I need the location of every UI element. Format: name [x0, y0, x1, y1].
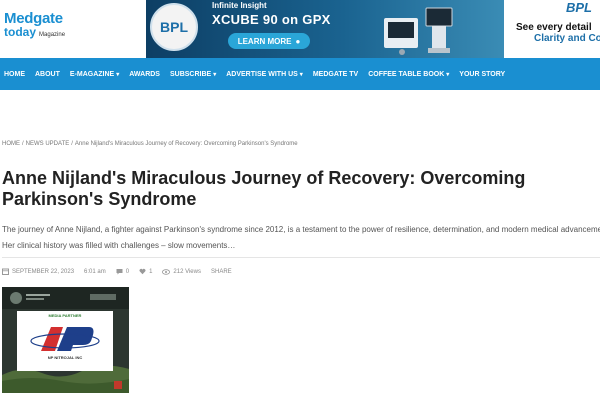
ad2-brand-logo: BPL — [566, 0, 592, 15]
logo-text: Medgate — [4, 10, 63, 27]
divider — [2, 257, 600, 258]
nav-item-advertise[interactable]: ADVERTISE WITH US ▾ — [226, 71, 303, 78]
breadcrumb: HOME / NEWS UPDATE / Anne Nijland's Miraculo… — [2, 141, 298, 147]
article-excerpt: The journey of Anne Nijland, a fighter a… — [2, 225, 600, 250]
nav-item-home[interactable]: HOME — [4, 71, 25, 78]
ad-learn-more-label: LEARN MORE — [237, 36, 292, 46]
ad-learn-more-button[interactable]: LEARN MORE ● — [228, 33, 310, 49]
meta-share[interactable]: SHARE — [211, 269, 232, 275]
side-banner-ad[interactable]: BPL See every detail Clarity and Co — [510, 0, 600, 58]
meta-comments-count: 0 — [125, 268, 130, 275]
nav-item-coffee-table-book[interactable]: COFFEE TABLE BOOK ▾ — [368, 71, 449, 78]
nav-item-label: ADVERTISE WITH US — [226, 70, 298, 78]
nav-item-about[interactable]: ABOUT — [35, 71, 60, 78]
meta-likes-count: 1 — [149, 268, 153, 275]
share-label: SHARE — [210, 268, 232, 275]
article-meta: SEPTEMBER 22, 2023 6:01 am 0 1 212 Views… — [2, 268, 242, 275]
breadcrumb-current: Anne Nijland's Miraculous Journey of Rec… — [74, 141, 298, 147]
chevron-down-icon: ▾ — [116, 71, 120, 78]
chevron-down-icon: ▾ — [446, 71, 450, 78]
meta-time: 6:01 am — [84, 269, 106, 275]
nav-item-label: ABOUT — [35, 70, 60, 78]
ad2-tagline: Clarity and Co — [534, 33, 600, 44]
comment-icon — [116, 269, 123, 275]
featured-image-card: MEDIA PARTNER NP NITROJAL INC — [17, 311, 113, 371]
heart-icon — [139, 268, 146, 275]
article-title: Anne Nijland's Miraculous Journey of Rec… — [2, 168, 526, 209]
np-brand-logo — [30, 327, 100, 351]
nav-item-e-magazine[interactable]: E-MAGAZINE ▾ — [70, 71, 119, 78]
chevron-down-icon: ▾ — [299, 71, 303, 78]
site-logo[interactable]: Medgate today Magazine — [4, 10, 94, 42]
nav-item-awards[interactable]: AWARDS — [129, 71, 160, 78]
nav-item-label: COFFEE TABLE BOOK — [368, 70, 445, 78]
chevron-down-icon: ▾ — [213, 71, 217, 78]
ad2-headline: See every detail — [516, 22, 592, 33]
eye-icon — [162, 268, 171, 275]
logo-magazine-label: Magazine — [39, 32, 66, 38]
nav-item-label: HOME — [4, 70, 25, 78]
np-brand-subtext: NITROJAL INC — [54, 355, 83, 360]
meta-views: 212 Views — [162, 269, 201, 275]
ad-brand-logo: BPL — [150, 3, 198, 51]
nav-item-medgate-tv[interactable]: MEDGATE TV — [313, 71, 358, 78]
nav-item-label: AWARDS — [129, 70, 160, 78]
meta-likes[interactable]: 1 — [139, 268, 152, 275]
nav-item-label: SUBSCRIBE — [169, 70, 212, 78]
nav-item-label: MEDGATE TV — [312, 70, 359, 78]
main-navigation: HOME ABOUT E-MAGAZINE ▾ AWARDS SUBSCRIBE ▾… — [0, 58, 600, 90]
nav-item-your-story[interactable]: YOUR STORY — [459, 71, 505, 78]
arrow-right-icon: ● — [295, 36, 301, 46]
meta-views-text: 212 Views — [173, 268, 201, 275]
logo-subtext: today — [4, 25, 37, 39]
ad-brand-text: BPL — [160, 19, 188, 35]
nav-item-label: E-MAGAZINE — [69, 70, 115, 78]
ad-subtitle: Infinite Insight — [212, 1, 267, 10]
breadcrumb-home[interactable]: HOME — [2, 141, 20, 147]
ad-title: XCUBE 90 on GPX — [212, 12, 331, 27]
nav-item-subscribe[interactable]: SUBSCRIBE ▾ — [170, 71, 216, 78]
featured-image[interactable]: MEDIA PARTNER NP NITROJAL INC — [2, 287, 129, 393]
np-brand-text: NP — [47, 355, 54, 360]
meta-comments[interactable]: 0 — [116, 268, 129, 275]
ultrasound-machine-image — [384, 7, 453, 55]
calendar-icon — [2, 268, 9, 275]
breadcrumb-section[interactable]: NEWS UPDATE — [26, 141, 70, 147]
meta-date: SEPTEMBER 22, 2023 — [2, 268, 74, 275]
nav-item-label: YOUR STORY — [459, 70, 506, 78]
meta-date-text: SEPTEMBER 22, 2023 — [12, 268, 75, 275]
site-header: Medgate today Magazine BPL Infinite Insig… — [0, 0, 600, 58]
banner-ad[interactable]: BPL Infinite Insight XCUBE 90 on GPX LEA… — [146, 0, 504, 58]
meta-time-text: 6:01 am — [84, 268, 106, 275]
